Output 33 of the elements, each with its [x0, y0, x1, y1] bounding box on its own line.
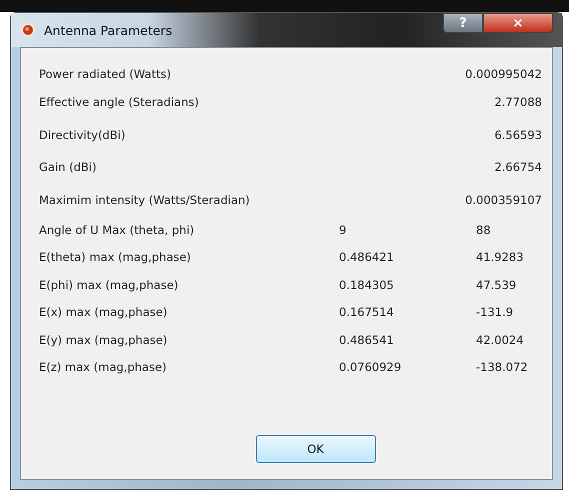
- parameter-value: -138.072: [476, 360, 529, 374]
- parameter-label: E(y) max (mag,phase): [39, 332, 168, 347]
- parameter-value: 6.56593: [494, 128, 542, 142]
- app-icon: [20, 22, 36, 38]
- parameter-value: 0.184305: [339, 278, 395, 292]
- parameter-label: Power radiated (Watts): [39, 67, 172, 81]
- parameter-value: 0.486541: [339, 332, 395, 347]
- close-button[interactable]: ×: [483, 13, 553, 33]
- parameter-label: E(x) max (mag,phase): [39, 305, 168, 320]
- parameter-label: Angle of U Max (theta, phi): [39, 222, 196, 237]
- parameter-label: E(z) max (mag,phase): [39, 360, 168, 374]
- parameter-value: 41.9283: [476, 250, 525, 264]
- parameter-value: 0.0760929: [339, 360, 402, 374]
- parameter-value: 88: [476, 222, 492, 237]
- parameter-value: 42.0024: [476, 332, 525, 347]
- parameter-value: -131.9: [476, 305, 514, 320]
- parameter-label: Maximim intensity (Watts/Steradian): [39, 192, 251, 207]
- parameter-label: E(phi) max (mag,phase): [39, 278, 180, 292]
- parameter-label: E(theta) max (mag,phase): [39, 250, 192, 264]
- parameter-label: Directivity(dBi): [39, 128, 126, 142]
- parameter-value: 2.66754: [494, 160, 542, 174]
- parameter-value: 2.77088: [494, 95, 542, 110]
- ok-button[interactable]: OK: [256, 435, 376, 463]
- window-title: Antenna Parameters: [44, 22, 172, 38]
- parameter-value: 0.000359107: [465, 192, 542, 207]
- parameter-value: 9: [339, 222, 348, 237]
- help-button[interactable]: ?: [443, 13, 483, 33]
- parameter-value: 0.167514: [339, 305, 395, 320]
- parameter-value: 47.539: [476, 278, 518, 292]
- parameter-value: 0.000995042: [465, 67, 542, 81]
- parameter-label: Gain (dBi): [39, 160, 98, 174]
- parameter-value: 0.486421: [339, 250, 395, 264]
- parameter-label: Effective angle (Steradians): [39, 95, 200, 110]
